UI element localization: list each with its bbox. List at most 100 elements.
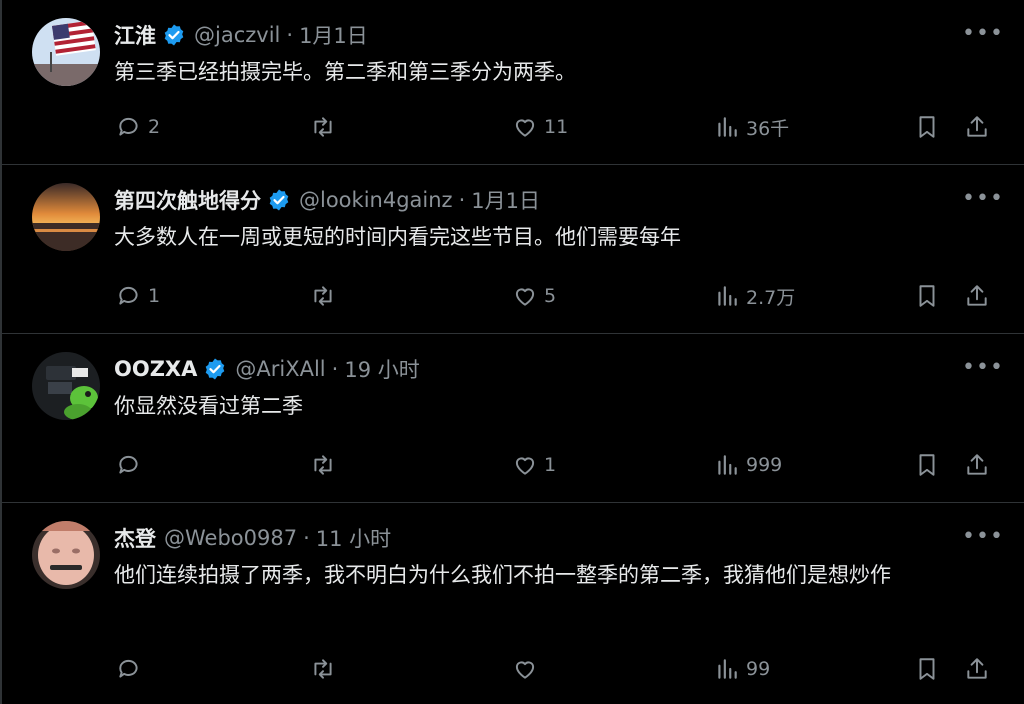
reply-icon: [119, 117, 138, 136]
views-icon: [718, 455, 737, 475]
bookmark-button[interactable]: [914, 279, 940, 313]
reply-button[interactable]: 1: [116, 279, 160, 313]
handle[interactable]: @lookin4gainz: [299, 188, 453, 212]
display-name[interactable]: 杰登: [114, 523, 156, 553]
views-button[interactable]: 36千: [714, 110, 789, 144]
tweet-header: 第四次触地得分 @lookin4gainz · 1月1日: [114, 183, 540, 217]
like-button[interactable]: [512, 652, 544, 686]
retweet-icon: [314, 117, 332, 137]
view-count: 2.7万: [746, 286, 796, 309]
share-icon: [967, 454, 987, 475]
verified-badge-icon: [162, 23, 186, 47]
action-bar: 1 999: [114, 448, 994, 482]
display-name[interactable]: 江淮: [114, 20, 156, 50]
like-count: 11: [544, 116, 569, 138]
tweet-text: 大多数人在一周或更短的时间内看完这些节目。他们需要每年: [114, 225, 681, 249]
reply-icon: [119, 286, 138, 305]
reply-icon: [119, 659, 138, 678]
views-icon: [718, 286, 737, 306]
timestamp[interactable]: 19 小时: [344, 354, 419, 384]
avatar[interactable]: [32, 18, 100, 86]
views-button[interactable]: 2.7万: [714, 279, 795, 313]
more-icon[interactable]: •••: [962, 18, 1003, 48]
heart-icon: [515, 288, 535, 306]
views-icon: [718, 659, 737, 679]
retweet-button[interactable]: [310, 110, 342, 144]
reply-button[interactable]: [116, 448, 148, 482]
view-count: 36千: [746, 117, 790, 140]
tweet[interactable]: 杰登 @Webo0987 · 11 小时 ••• 他们连续拍摄了两季，我不明白为…: [2, 503, 1024, 704]
share-button[interactable]: [964, 279, 990, 313]
tweet-text: 你显然没看过第二季: [114, 394, 303, 418]
separator: ·: [286, 23, 294, 47]
share-icon: [967, 285, 987, 306]
like-count: 1: [544, 454, 557, 476]
bookmark-icon: [919, 116, 935, 138]
bookmark-icon: [919, 658, 935, 680]
share-icon: [967, 658, 987, 679]
tweet[interactable]: 江淮 @jaczvil · 1月1日 ••• 第三季已经拍摄完毕。第二季和第三季…: [2, 0, 1024, 165]
share-icon: [967, 116, 987, 137]
reply-icon: [119, 455, 138, 474]
bookmark-button[interactable]: [914, 652, 940, 686]
tweet[interactable]: OOZXA @AriXAll · 19 小时 ••• 你显然没看过第二季 1 9…: [2, 334, 1024, 503]
view-count: 999: [746, 454, 783, 476]
more-icon[interactable]: •••: [962, 183, 1003, 213]
verified-badge-icon: [267, 188, 291, 212]
avatar[interactable]: [32, 352, 100, 420]
avatar[interactable]: [32, 183, 100, 251]
retweet-button[interactable]: [310, 448, 342, 482]
separator: ·: [458, 188, 466, 212]
handle[interactable]: @Webo0987: [164, 526, 297, 550]
display-name[interactable]: 第四次触地得分: [114, 185, 261, 215]
action-bar: 99: [114, 652, 994, 686]
timestamp[interactable]: 1月1日: [299, 20, 368, 50]
verified-badge-icon: [203, 357, 227, 381]
reply-count: 2: [148, 116, 161, 138]
like-count: 5: [544, 285, 557, 307]
action-bar: 1 5 2.7万: [114, 279, 994, 313]
action-bar: 2 11 36千: [114, 110, 994, 144]
timestamp[interactable]: 11 小时: [316, 523, 391, 553]
retweet-icon: [314, 455, 332, 475]
reply-count: 1: [148, 285, 161, 307]
heart-icon: [515, 661, 535, 679]
display-name[interactable]: OOZXA: [114, 357, 197, 381]
bookmark-icon: [919, 454, 935, 476]
heart-icon: [515, 119, 535, 137]
views-button[interactable]: 99: [714, 652, 770, 686]
reply-feed: 江淮 @jaczvil · 1月1日 ••• 第三季已经拍摄完毕。第二季和第三季…: [0, 0, 1024, 704]
reply-button[interactable]: [116, 652, 148, 686]
like-button[interactable]: 1: [512, 448, 556, 482]
bookmark-icon: [919, 285, 935, 307]
timestamp[interactable]: 1月1日: [471, 185, 540, 215]
retweet-button[interactable]: [310, 279, 342, 313]
handle[interactable]: @AriXAll: [235, 357, 325, 381]
bookmark-button[interactable]: [914, 110, 940, 144]
like-button[interactable]: 5: [512, 279, 556, 313]
share-button[interactable]: [964, 448, 990, 482]
tweet-header: OOZXA @AriXAll · 19 小时: [114, 352, 420, 386]
separator: ·: [331, 357, 339, 381]
share-button[interactable]: [964, 652, 990, 686]
avatar[interactable]: [32, 521, 100, 589]
views-button[interactable]: 999: [714, 448, 782, 482]
bookmark-button[interactable]: [914, 448, 940, 482]
handle[interactable]: @jaczvil: [194, 23, 280, 47]
tweet-text: 第三季已经拍摄完毕。第二季和第三季分为两季。: [114, 60, 576, 84]
more-icon[interactable]: •••: [962, 352, 1003, 382]
heart-icon: [515, 457, 535, 475]
like-button[interactable]: 11: [512, 110, 568, 144]
more-icon[interactable]: •••: [962, 521, 1003, 551]
retweet-icon: [314, 286, 332, 306]
tweet-text: 他们连续拍摄了两季，我不明白为什么我们不拍一整季的第二季，我猜他们是想炒作: [114, 563, 891, 587]
retweet-button[interactable]: [310, 652, 342, 686]
retweet-icon: [314, 659, 332, 679]
reply-button[interactable]: 2: [116, 110, 160, 144]
tweet-header: 杰登 @Webo0987 · 11 小时: [114, 521, 391, 555]
tweet[interactable]: 第四次触地得分 @lookin4gainz · 1月1日 ••• 大多数人在一周…: [2, 165, 1024, 334]
tweet-header: 江淮 @jaczvil · 1月1日: [114, 18, 368, 52]
views-icon: [718, 117, 737, 137]
view-count: 99: [746, 658, 771, 680]
share-button[interactable]: [964, 110, 990, 144]
